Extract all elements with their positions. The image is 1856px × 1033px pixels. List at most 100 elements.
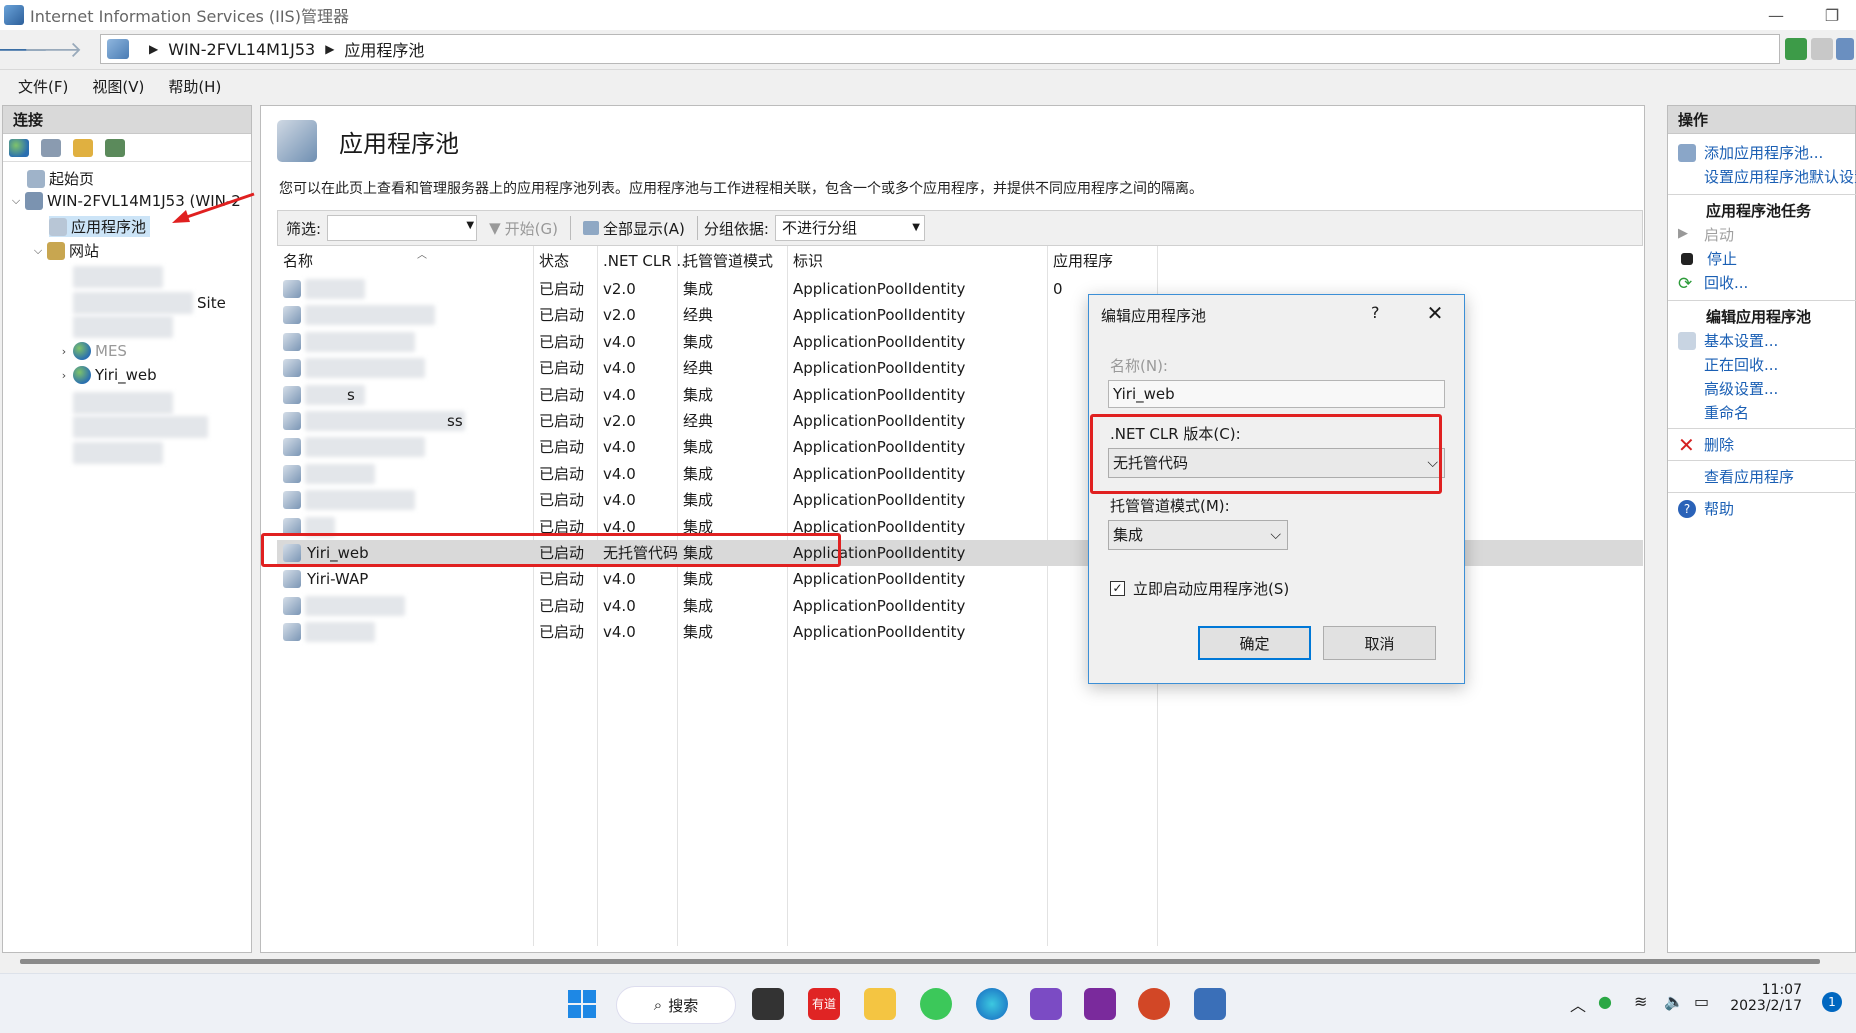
show-all-button[interactable]: 全部显示(A) — [582, 218, 685, 239]
expand-icon[interactable]: › — [57, 345, 71, 358]
tree-site-yiri-web[interactable]: › Yiri_web — [57, 366, 157, 384]
tree-start-page[interactable]: 起始页 — [27, 168, 94, 189]
iis-manager-taskbar-icon[interactable] — [1194, 988, 1226, 1020]
action-set-defaults[interactable]: 设置应用程序池默认设置... — [1704, 166, 1856, 187]
action-add-pool[interactable]: 添加应用程序池... — [1678, 142, 1823, 163]
action-view-apps[interactable]: 查看应用程序 — [1704, 466, 1794, 487]
autostart-checkbox[interactable]: ✓ 立即启动应用程序池(S) — [1110, 578, 1289, 599]
clock-date: 2023/2/17 — [1730, 998, 1802, 1014]
annotation-highlight-clr — [1090, 414, 1442, 494]
cell-status: 已启动 — [539, 596, 585, 615]
connections-panel: 连接 起始页 ⌵ WIN-2FVL14M1J53 (WIN-2 应用程序池 ⌵ … — [2, 105, 252, 953]
column-header-name[interactable]: 名称 — [277, 246, 313, 276]
cell-clr: v4.0 — [603, 570, 636, 589]
forward-button[interactable]: 🡒 — [24, 35, 83, 65]
menu-help[interactable]: 帮助(H) — [168, 76, 221, 97]
tree-site-partial[interactable]: Site — [73, 292, 226, 314]
wechat-tray-icon[interactable]: ● — [1598, 992, 1612, 1011]
stop-icon[interactable] — [1811, 38, 1833, 60]
horizontal-scrollbar[interactable] — [0, 954, 1856, 970]
home-nav-icon[interactable] — [1836, 38, 1854, 60]
breadcrumb-separator-icon: ▶ — [149, 42, 159, 56]
title-bar: Internet Information Services (IIS)管理器 —… — [0, 0, 1856, 30]
pipeline-mode-select[interactable]: 集成 ⌵ — [1108, 520, 1288, 550]
filter-input[interactable]: ▼ — [327, 215, 478, 241]
wifi-icon[interactable]: ≋ — [1634, 992, 1647, 1011]
redacted-site — [73, 416, 208, 438]
start-page-icon — [27, 169, 45, 188]
action-recycle[interactable]: ⟳ 回收... — [1678, 272, 1748, 294]
notification-badge[interactable]: 1 — [1822, 992, 1842, 1012]
dialog-help-button[interactable]: ? — [1371, 303, 1380, 322]
breadcrumb[interactable]: ▶ WIN-2FVL14M1J53 ▶ 应用程序池 — [100, 34, 1780, 64]
tasks-section-header: 应用程序池任务 — [1706, 202, 1812, 220]
breadcrumb-server[interactable]: WIN-2FVL14M1J53 — [168, 40, 315, 59]
column-header-mode[interactable]: 托管管道模式 — [677, 246, 773, 276]
tree-site-mes[interactable]: › MES — [57, 342, 127, 360]
help-circle-icon: ? — [1678, 499, 1696, 518]
name-field[interactable]: Yiri_web — [1108, 380, 1445, 408]
cell-identity: ApplicationPoolIdentity — [793, 332, 966, 351]
visual-studio-icon[interactable] — [1030, 988, 1062, 1020]
up-folder-icon[interactable] — [73, 138, 93, 157]
action-delete[interactable]: ✕ 删除 — [1678, 434, 1734, 455]
cell-status: 已启动 — [539, 438, 585, 457]
cell-identity: ApplicationPoolIdentity — [793, 464, 966, 483]
start-icon[interactable] — [566, 988, 598, 1020]
youdao-app-icon[interactable]: 有道 — [808, 988, 840, 1020]
tree-sites-label: 网站 — [69, 242, 100, 260]
task-view-icon[interactable] — [752, 988, 784, 1020]
group-by-select[interactable]: 不进行分组 ▼ — [774, 215, 925, 241]
actions-divider — [1668, 194, 1856, 195]
expand-icon[interactable]: › — [57, 369, 71, 382]
save-icon[interactable] — [41, 138, 61, 157]
filter-label: 筛选: — [286, 219, 322, 238]
action-help[interactable]: ? 帮助 — [1678, 498, 1734, 519]
action-advanced[interactable]: 高级设置... — [1704, 378, 1778, 399]
clock[interactable]: 11:07 2023/2/17 — [1730, 982, 1802, 1014]
breadcrumb-app-pools[interactable]: 应用程序池 — [344, 37, 424, 61]
tree-app-pools[interactable]: 应用程序池 — [49, 216, 151, 237]
tray-overflow-icon[interactable]: ︿ — [1570, 992, 1586, 1016]
powerpoint-icon[interactable] — [1138, 988, 1170, 1020]
ok-button[interactable]: 确定 — [1198, 626, 1311, 660]
start-filter-button[interactable]: ▼ 开始(G) — [489, 218, 558, 239]
scrollbar-thumb[interactable] — [20, 959, 1820, 964]
disconnect-icon[interactable] — [105, 138, 125, 157]
taskbar-search[interactable]: ⌕ 搜索 — [616, 986, 736, 1024]
refresh-icon[interactable] — [1785, 38, 1807, 60]
action-recycling[interactable]: 正在回收... — [1704, 354, 1778, 375]
file-explorer-icon[interactable] — [864, 988, 896, 1020]
column-header-status[interactable]: 状态 — [533, 246, 569, 276]
action-stop[interactable]: 停止 — [1678, 248, 1737, 269]
wechat-icon[interactable] — [920, 988, 952, 1020]
menu-view[interactable]: 视图(V) — [92, 76, 144, 97]
cell-mode: 经典 — [683, 359, 714, 378]
tree-sites[interactable]: ⌵ 网站 — [31, 240, 99, 261]
action-start[interactable]: ▶ 启动 — [1678, 224, 1734, 245]
menu-file[interactable]: 文件(F) — [18, 76, 68, 97]
column-header-identity[interactable]: 标识 — [787, 246, 823, 276]
dialog-close-icon[interactable]: ✕ — [1419, 299, 1451, 327]
onenote-icon[interactable] — [1084, 988, 1116, 1020]
cell-status: 已启动 — [539, 385, 585, 404]
minimize-button[interactable]: — — [1756, 2, 1796, 28]
collapse-icon[interactable]: ⌵ — [9, 194, 23, 208]
checkmark-icon: ✓ — [1110, 581, 1125, 596]
collapse-icon[interactable]: ⌵ — [31, 244, 45, 258]
volume-muted-icon[interactable]: 🔈 — [1664, 992, 1684, 1011]
action-basic-settings[interactable]: 基本设置... — [1678, 330, 1778, 351]
edge-icon[interactable] — [976, 988, 1008, 1020]
page-description: 您可以在此页上查看和管理服务器上的应用程序池列表。应用程序池与工作进程相关联，包… — [279, 181, 1203, 197]
cell-status: 已启动 — [539, 412, 585, 430]
cell-name: ss — [447, 412, 463, 430]
action-rename[interactable]: 重命名 — [1704, 402, 1749, 423]
cell-mode: 集成 — [683, 438, 714, 457]
cell-clr: v4.0 — [603, 385, 636, 404]
redacted-name — [305, 279, 365, 299]
cancel-button[interactable]: 取消 — [1323, 626, 1436, 660]
column-header-apps[interactable]: 应用程序 — [1047, 246, 1113, 276]
restore-button[interactable]: ❐ — [1812, 2, 1852, 28]
connect-icon[interactable] — [9, 138, 29, 157]
battery-icon[interactable]: ▭ — [1694, 992, 1709, 1011]
